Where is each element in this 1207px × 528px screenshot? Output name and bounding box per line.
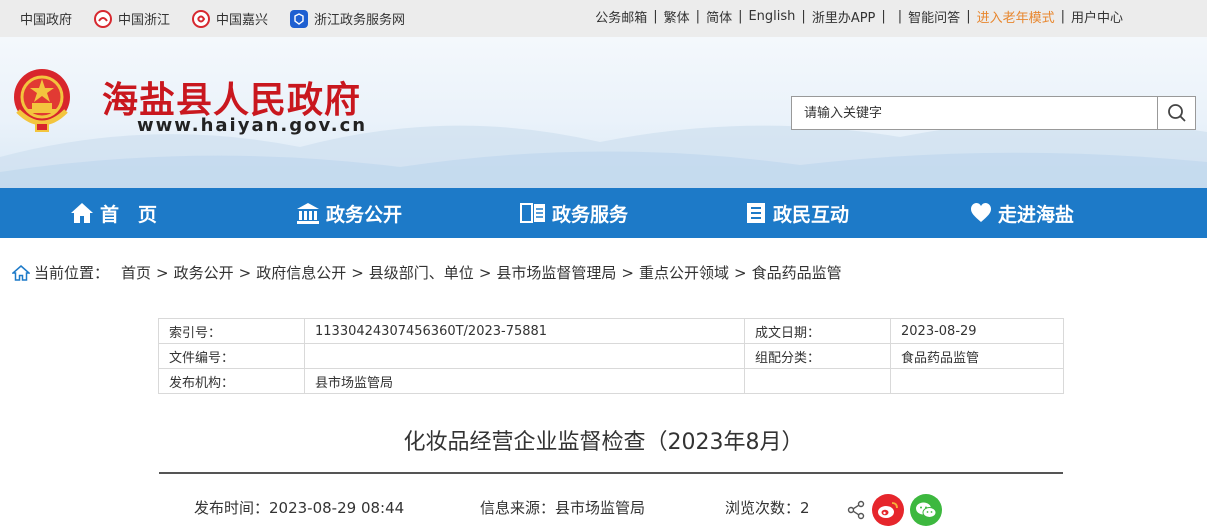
search-box — [791, 96, 1196, 130]
breadcrumb-item[interactable]: 政务公开 — [174, 262, 234, 283]
info-source: 信息来源：县市场监管局 — [480, 499, 646, 517]
link-english[interactable]: English — [748, 9, 795, 24]
share-icon[interactable] — [846, 500, 866, 520]
link-zjzwfw[interactable]: 浙江政务服务网 — [290, 9, 405, 28]
breadcrumb-item[interactable]: 首页 — [121, 262, 151, 283]
home-icon — [71, 203, 93, 223]
view-count: 浏览次数：2 — [725, 499, 810, 517]
zhejiang-icon — [94, 9, 113, 28]
list-icon — [747, 203, 765, 223]
share-bar — [846, 494, 942, 526]
top-bar: 中国政府 中国浙江 中国嘉兴 浙江政务服务网 公务邮箱 | 繁体 | 简体 | … — [0, 0, 1207, 37]
nav-gov-open-label: 政务公开 — [326, 203, 403, 226]
breadcrumb-item[interactable]: 县级部门、单位 — [369, 262, 474, 283]
china-gov-text: 中国政府 — [20, 13, 73, 28]
title-divider — [159, 472, 1063, 474]
site-header: 海盐县人民政府 www.haiyan.gov.cn — [0, 37, 1207, 188]
search-button[interactable] — [1157, 97, 1195, 129]
site-url: www.haiyan.gov.cn — [137, 115, 368, 136]
search-input[interactable] — [792, 97, 1157, 129]
wechat-share-button[interactable] — [910, 494, 942, 526]
main-nav: 首 页 政务公开 政务服务 政民互动 走进海盐 — [0, 188, 1207, 238]
nav-gov-service[interactable]: 政务服务 — [520, 188, 628, 238]
table-row: 发布机构： 县市场监管局 — [158, 368, 1064, 394]
nav-interaction-label: 政民互动 — [773, 203, 850, 226]
date-value: 2023-08-29 — [890, 318, 1064, 344]
zhejiang-text: 中国浙江 — [118, 13, 171, 28]
search-icon — [1167, 104, 1186, 122]
jiaxing-icon — [192, 9, 211, 28]
breadcrumb: 当前位置： 首页 > 政务公开 > 政府信息公开 > 县级部门、单位 > 县市场监督管理… — [12, 262, 842, 283]
breadcrumb-item[interactable]: 县市场监督管理局 — [496, 262, 616, 283]
breadcrumb-prefix: 当前位置： — [34, 264, 110, 282]
breadcrumb-item[interactable]: 政府信息公开 — [256, 262, 346, 283]
top-links-right: 公务邮箱 | 繁体 | 简体 | English | 浙里办APP | | 智能… — [595, 7, 1123, 26]
link-jiaxing[interactable]: 中国嘉兴 — [192, 9, 268, 28]
nav-about-haiyan-label: 走进海盐 — [998, 203, 1075, 226]
document-meta-table: 索引号： 11330424307456360T/2023-75881 成文日期：… — [158, 318, 1064, 394]
wechat-icon — [916, 502, 937, 518]
date-label: 成文日期： — [744, 318, 891, 344]
national-emblem-icon — [14, 69, 70, 132]
nav-about-haiyan[interactable]: 走进海盐 — [970, 188, 1074, 238]
table-row: 文件编号： 组配分类： 食品药品监管 — [158, 343, 1064, 369]
link-traditional[interactable]: 繁体 — [664, 7, 690, 26]
table-row: 索引号： 11330424307456360T/2023-75881 成文日期：… — [158, 318, 1064, 344]
link-user-center[interactable]: 用户中心 — [1071, 7, 1123, 26]
zjzwfw-text: 浙江政务服务网 — [314, 13, 406, 28]
category-value: 食品药品监管 — [890, 343, 1064, 369]
nav-gov-service-label: 政务服务 — [552, 203, 629, 226]
publish-time: 发布时间：2023-08-29 08:44 — [194, 499, 405, 517]
link-qa[interactable]: 智能问答 — [908, 7, 960, 26]
breadcrumb-item[interactable]: 重点公开领域 — [639, 262, 729, 283]
category-label: 组配分类： — [744, 343, 891, 369]
jiaxing-text: 中国嘉兴 — [216, 13, 269, 28]
link-zhejiang[interactable]: 中国浙江 — [94, 9, 170, 28]
weibo-share-button[interactable] — [872, 494, 904, 526]
docno-value — [304, 343, 745, 369]
link-mail[interactable]: 公务邮箱 — [595, 7, 647, 26]
government-building-icon — [297, 203, 319, 224]
article-title: 化妆品经营企业监督检查（2023年8月） — [403, 430, 804, 455]
org-value: 县市场监管局 — [304, 368, 745, 394]
weibo-icon — [878, 502, 898, 518]
index-value: 11330424307456360T/2023-75881 — [304, 318, 745, 344]
book-icon — [520, 203, 545, 223]
org-label: 发布机构： — [158, 368, 305, 394]
link-simplified[interactable]: 简体 — [706, 7, 732, 26]
link-elder-mode[interactable]: 进入老年模式 — [977, 7, 1055, 26]
link-china-gov[interactable]: 中国政府 — [20, 9, 72, 28]
docno-label: 文件编号： — [158, 343, 305, 369]
nav-interaction[interactable]: 政民互动 — [745, 188, 849, 238]
top-links-left: 中国政府 中国浙江 中国嘉兴 浙江政务服务网 — [20, 0, 427, 37]
nav-home[interactable]: 首 页 — [70, 188, 157, 238]
home-outline-icon — [12, 264, 30, 281]
nav-gov-open[interactable]: 政务公开 — [296, 188, 402, 238]
breadcrumb-item[interactable]: 食品药品监管 — [752, 262, 842, 283]
index-label: 索引号： — [158, 318, 305, 344]
link-zlb-app[interactable]: 浙里办APP — [812, 7, 876, 26]
zjzwfw-icon — [290, 9, 309, 28]
heart-icon — [971, 203, 991, 222]
nav-home-label: 首 页 — [100, 203, 158, 226]
